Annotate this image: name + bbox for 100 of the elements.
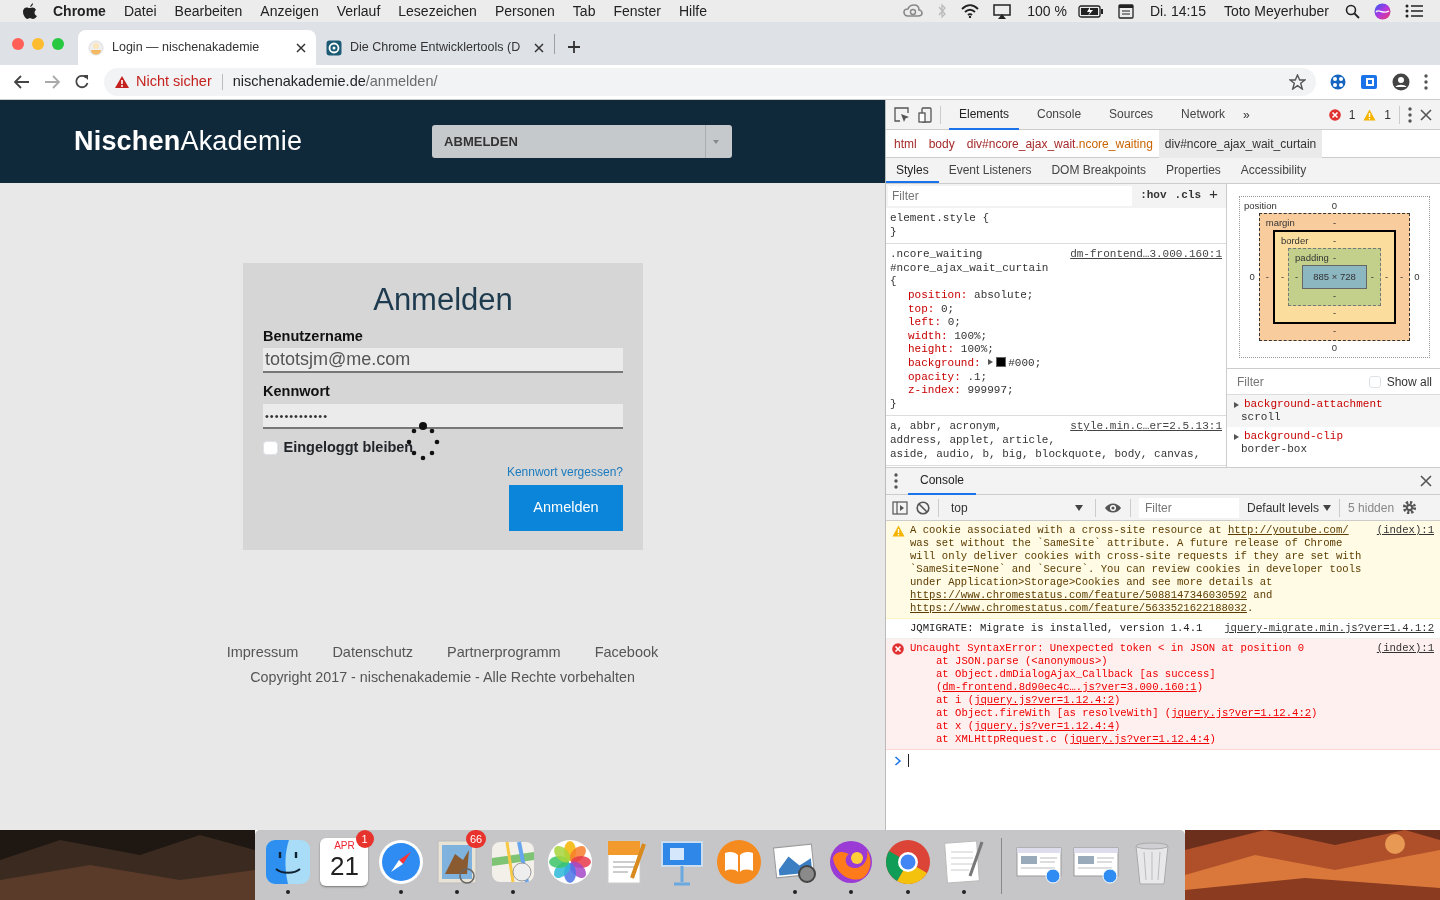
message-link[interactable]: jquery.js?ver=1.12.4:2 (1171, 707, 1312, 719)
footer-link[interactable]: Partnerprogramm (447, 642, 561, 664)
password-field[interactable]: ••••••••••••• (263, 404, 623, 430)
error-count[interactable]: 1 (1348, 105, 1356, 124)
browser-tab[interactable]: Login — nischenakademie (78, 30, 316, 65)
battery-icon[interactable] (1077, 4, 1104, 18)
compass-icon[interactable] (376, 838, 425, 886)
message-link[interactable]: jquery.js?ver=1.12.4:4 (974, 720, 1115, 732)
settings-icon[interactable] (1402, 500, 1418, 515)
menu-select[interactable]: ABMELDEN (432, 125, 733, 158)
color-swatch[interactable] (996, 356, 1007, 367)
context-select[interactable]: top (947, 498, 1087, 517)
footer-link[interactable]: Datenschutz (332, 642, 413, 664)
extension-icon[interactable] (1360, 74, 1378, 90)
screen-mirroring-icon[interactable] (993, 3, 1012, 19)
browser-tab[interactable]: Die Chrome Entwicklertools (D (316, 30, 554, 65)
list-icon[interactable] (1405, 4, 1423, 18)
source-link[interactable]: style.min.c…er=2.5.13:1 (1070, 420, 1222, 434)
menu-item[interactable]: Anzeigen (251, 0, 328, 22)
menu-item[interactable]: Tab (563, 0, 605, 22)
browser-icon[interactable] (883, 838, 932, 886)
footer-link[interactable]: Facebook (594, 642, 659, 664)
add-rule-button[interactable]: + (1209, 189, 1218, 203)
star-icon[interactable] (1289, 74, 1306, 90)
apple-icon[interactable] (23, 3, 37, 19)
breadcrumb[interactable]: div#ncore_ajax_wait_curtain (1158, 129, 1323, 158)
reload-icon[interactable] (74, 74, 90, 90)
breadcrumb[interactable]: html (888, 129, 923, 158)
menu-icon[interactable] (1424, 74, 1428, 90)
breadcrumb[interactable]: body (922, 129, 961, 158)
devtools-tab[interactable]: Sources (1099, 99, 1164, 130)
login-button[interactable]: Anmelden (509, 484, 623, 531)
menu-item[interactable]: Lesezeichen (389, 0, 486, 22)
message-link[interactable]: https://www.chromestatus.com/feature/5088147346030592 (910, 589, 1247, 601)
breadcrumb[interactable]: div#ncore_ajax_wait.ncore_waiting (960, 129, 1159, 158)
wifi-icon[interactable] (961, 4, 980, 18)
expand-icon[interactable] (987, 357, 995, 366)
cloud-icon[interactable] (903, 4, 924, 18)
filter-field[interactable]: Filter (1139, 497, 1239, 518)
close-icon[interactable] (1420, 475, 1432, 487)
user-name[interactable]: Toto Meyerhuber (1214, 0, 1338, 22)
source-link[interactable]: (index):1 (1376, 524, 1434, 537)
source-link[interactable]: jquery-migrate.min.js?ver=1.4.1:2 (1224, 622, 1434, 635)
panel-tab[interactable]: DOM Breakpoints (1041, 158, 1157, 183)
message-link[interactable]: http://youtube.com/ (1227, 524, 1349, 536)
hover-toggle[interactable]: :hov (1140, 189, 1167, 203)
checkbox-label[interactable]: Eingeloggt bleiben (283, 437, 414, 459)
clock[interactable]: Di. 14:15 (1140, 0, 1215, 22)
eye-icon[interactable] (1104, 501, 1122, 514)
extension-icon[interactable] (1330, 74, 1346, 90)
source-link[interactable]: dm-frontend…3.000.160:1 (1070, 248, 1222, 262)
menu-item[interactable]: Verlauf (327, 0, 390, 22)
menu-item[interactable]: Datei (114, 0, 166, 22)
menu-item[interactable]: Fenster (604, 0, 670, 22)
devtools-tab[interactable]: Console (1027, 99, 1092, 130)
menu-item[interactable]: Hilfe (669, 0, 716, 22)
clear-icon[interactable] (916, 500, 930, 515)
assistant-icon[interactable] (1374, 2, 1391, 20)
checkbox[interactable] (1368, 375, 1381, 388)
close-icon[interactable] (534, 42, 544, 53)
sidebar-icon[interactable] (892, 500, 908, 515)
url-text[interactable]: nischenakademie.de/anmelden/ (232, 71, 438, 93)
footer-link[interactable]: Impressum (226, 642, 299, 664)
new-tab-icon[interactable] (567, 40, 581, 54)
devtools-tab[interactable]: Network (1171, 99, 1236, 130)
panel-tab[interactable]: Properties (1156, 158, 1231, 183)
panel-tab[interactable]: Event Listeners (938, 158, 1042, 183)
app-menu[interactable]: Chrome (44, 0, 115, 22)
device-icon[interactable] (918, 106, 932, 123)
search-icon[interactable] (1345, 3, 1360, 19)
menu-icon[interactable] (1408, 106, 1412, 123)
menu-item[interactable]: Personen (485, 0, 564, 22)
username-field[interactable]: tototsjm@me.com (263, 347, 623, 373)
profile-icon[interactable] (1392, 73, 1410, 91)
warning-count[interactable]: 1 (1384, 105, 1391, 124)
face-icon[interactable] (264, 838, 313, 886)
inspect-icon[interactable] (894, 106, 910, 123)
expand-icon[interactable] (1233, 432, 1240, 441)
menu-icon[interactable] (894, 473, 898, 489)
close-icon[interactable] (296, 42, 306, 53)
menu-item[interactable]: Bearbeiten (165, 0, 252, 22)
checkbox[interactable] (263, 440, 278, 456)
class-toggle[interactable]: .cls (1174, 189, 1201, 203)
devtools-tab[interactable]: Elements (949, 99, 1020, 130)
flower-icon[interactable] (545, 838, 594, 886)
message-link[interactable]: https://www.chromestatus.com/feature/5633521622188032 (910, 602, 1247, 614)
close-icon[interactable] (1420, 108, 1432, 121)
more-tabs-button[interactable]: » (1243, 105, 1250, 124)
address-bar[interactable]: Nicht sicher nischenakademie.de/anmelden/ (104, 68, 1316, 96)
security-label[interactable]: Nicht sicher (136, 71, 212, 93)
site-logo[interactable]: NischenAkademie (74, 121, 303, 162)
calendar-icon[interactable] (1117, 3, 1134, 19)
back-icon[interactable] (14, 75, 30, 89)
message-link[interactable]: jquery.js?ver=1.12.4:4 (1069, 733, 1210, 745)
levels-dropdown[interactable]: Default levels (1247, 498, 1332, 517)
message-link[interactable]: jquery.js?ver=1.12.4:2 (974, 694, 1115, 706)
filter-field[interactable]: Filter (888, 186, 1133, 206)
message-link[interactable]: dm-frontend.8d90ec4c….js?ver=3.000.160:1 (942, 681, 1197, 693)
expand-icon[interactable] (1233, 400, 1240, 409)
source-link[interactable]: (index):1 (1376, 642, 1434, 655)
